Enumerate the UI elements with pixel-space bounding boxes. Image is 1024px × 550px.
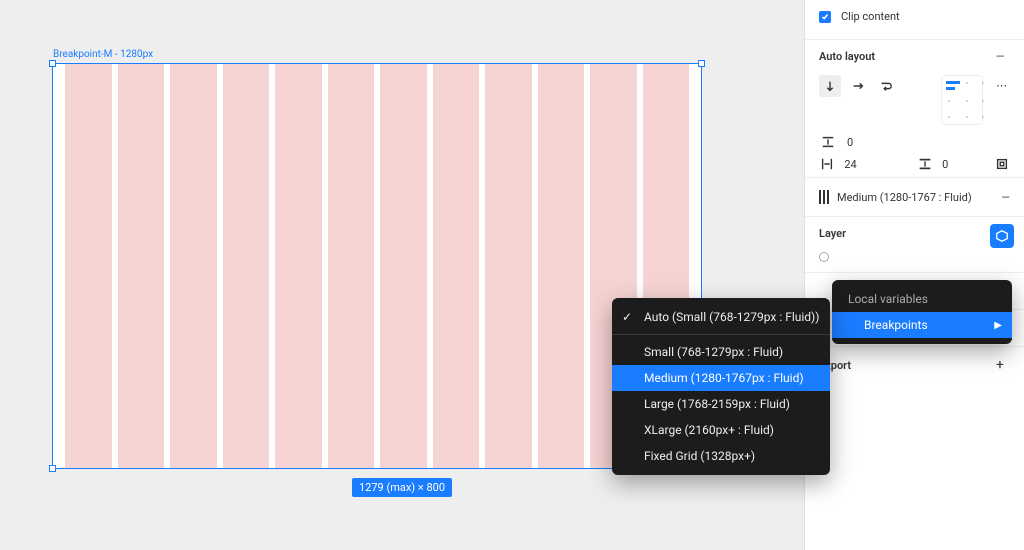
section-title: Layer <box>819 227 846 240</box>
menu-item[interactable]: XLarge (2160px+ : Fluid) <box>612 417 830 443</box>
divider <box>805 216 1024 217</box>
export-header: Export + <box>805 349 1024 381</box>
checkbox-icon[interactable] <box>819 11 831 23</box>
direction-wrap-button[interactable] <box>875 75 897 97</box>
gap-vertical-icon <box>819 135 837 149</box>
menu-item[interactable]: Medium (1280-1767px : Fluid) <box>612 365 830 391</box>
menu-item[interactable]: Fixed Grid (1328px+) <box>612 443 830 469</box>
columns-icon <box>819 190 829 204</box>
padding-individual-icon[interactable] <box>995 157 1010 171</box>
variable-submenu[interactable]: Local variables Breakpoints ▶ <box>832 280 1012 344</box>
auto-layout-header: Auto layout — <box>805 42 1024 71</box>
layout-grid-column <box>538 64 585 468</box>
collapse-icon[interactable]: — <box>1001 191 1010 204</box>
padding-vertical-icon <box>917 157 932 171</box>
menu-item[interactable]: Small (768-1279px : Fluid) <box>612 339 830 365</box>
divider <box>805 346 1024 347</box>
section-title: Auto layout <box>819 50 875 63</box>
divider <box>805 177 1024 178</box>
direction-horizontal-button[interactable] <box>847 75 869 97</box>
divider <box>805 39 1024 40</box>
inspector-panel: Clip content Auto layout — <box>804 0 1024 550</box>
layout-grid-column <box>485 64 532 468</box>
clip-content-row[interactable]: Clip content <box>805 0 1024 37</box>
menu-item[interactable]: ✓Auto (Small (768-1279px : Fluid)) <box>612 304 830 330</box>
resize-handle-bottom-left[interactable] <box>49 465 56 472</box>
direction-controls <box>819 75 897 97</box>
resize-handle-top-left[interactable] <box>49 60 56 67</box>
breakpoint-menu[interactable]: ✓Auto (Small (768-1279px : Fluid)) Small … <box>612 298 830 475</box>
layout-grid-column <box>118 64 165 468</box>
padding-horizontal-icon <box>819 157 834 171</box>
divider <box>805 272 1024 273</box>
frame-size-tag: 1279 (max) × 800 <box>352 478 452 497</box>
apply-variable-button[interactable] <box>990 224 1014 248</box>
submenu-item-breakpoints[interactable]: Breakpoints ▶ <box>832 312 1012 338</box>
layer-header: Layer <box>805 219 1024 248</box>
add-icon[interactable]: + <box>990 357 1010 373</box>
layout-grid-column <box>223 64 270 468</box>
layout-grid-column <box>380 64 427 468</box>
layout-grid-column <box>328 64 375 468</box>
layout-grid-column <box>170 64 217 468</box>
layout-grid-column <box>65 64 112 468</box>
selected-frame[interactable] <box>52 63 702 469</box>
submenu-title: Local variables <box>832 286 1012 312</box>
collapse-icon[interactable]: — <box>990 50 1010 63</box>
padding-vertical-input[interactable]: 0 <box>942 158 985 171</box>
chevron-right-icon: ▶ <box>994 320 1002 331</box>
menu-item[interactable]: Large (1768-2159px : Fluid) <box>612 391 830 417</box>
layout-grid-column <box>433 64 480 468</box>
radio-icon[interactable] <box>819 252 829 262</box>
alignment-grid[interactable] <box>941 75 983 125</box>
clip-content-label: Clip content <box>841 10 900 23</box>
grid-mode-label: Medium (1280-1767 : Fluid) <box>837 191 972 204</box>
frame-label[interactable]: Breakpoint-M - 1280px <box>53 49 153 60</box>
layout-grid-row[interactable]: Medium (1280-1767 : Fluid) — <box>805 180 1024 214</box>
padding-horizontal-input[interactable]: 24 <box>844 158 887 171</box>
layer-blend-row[interactable] <box>805 248 1024 270</box>
check-icon: ✓ <box>622 310 632 324</box>
more-icon[interactable]: ⋯ <box>993 75 1010 95</box>
gap-vertical-input[interactable]: 0 <box>847 136 897 149</box>
direction-vertical-button[interactable] <box>819 75 841 97</box>
layout-grid-column <box>275 64 322 468</box>
resize-handle-top-right[interactable] <box>698 60 705 67</box>
